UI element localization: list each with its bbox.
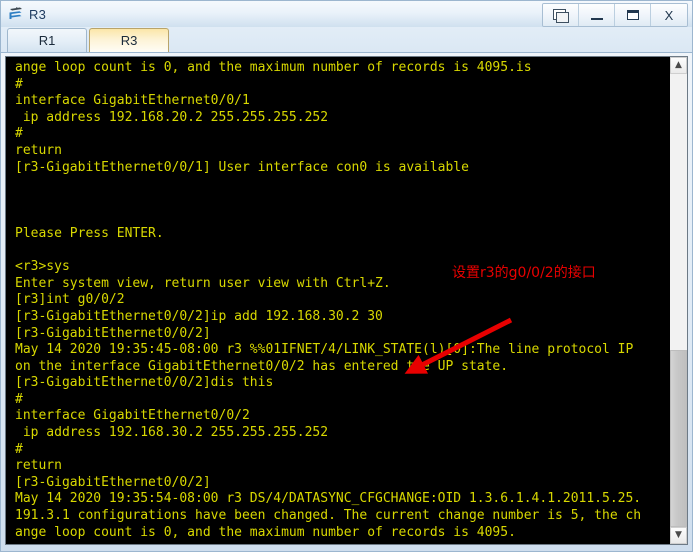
terminal-line: on the interface GigabitEthernet0/0/2 ha… xyxy=(15,358,509,374)
terminal-line: interface GigabitEthernet0/0/1 xyxy=(15,93,250,109)
terminal-line: [r3-GigabitEthernet0/0/2] xyxy=(15,474,211,490)
terminal-line: <r3>sys xyxy=(15,259,70,275)
scrollbar-thumb[interactable] xyxy=(670,350,687,527)
cascade-windows-icon xyxy=(553,8,569,23)
terminal-line: # xyxy=(15,76,23,92)
terminal-line: return xyxy=(15,458,62,474)
terminal-line: ange loop count is 0, and the maximum nu… xyxy=(15,60,532,75)
scrollbar-track[interactable] xyxy=(670,74,687,527)
title-bar: R3 X xyxy=(1,1,692,27)
router-device-icon xyxy=(7,5,25,23)
terminal-line: ip address 192.168.20.2 255.255.255.252 xyxy=(15,109,329,125)
window-title: R3 xyxy=(29,6,47,22)
terminal-line: Enter system view, return user view with… xyxy=(15,275,391,291)
terminal-window: R3 X R1 R3 ange loop count is 0, and the… xyxy=(0,0,693,552)
tab-r3-label: R3 xyxy=(120,33,138,48)
close-button[interactable]: X xyxy=(651,4,687,26)
terminal-line: 191.3.1 configurations have been changed… xyxy=(15,508,642,524)
maximize-icon xyxy=(626,10,639,20)
terminal-line: [r3-GigabitEthernet0/0/2]ip add 192.168.… xyxy=(15,308,383,324)
chevron-up-icon: ▲ xyxy=(675,60,682,70)
terminal-line: # xyxy=(15,391,23,407)
terminal-line: [r3-GigabitEthernet0/0/1] User interface… xyxy=(15,159,469,175)
restore-cascade-button[interactable] xyxy=(543,4,579,26)
terminal-line: [r3-GigabitEthernet0/0/2] xyxy=(15,325,211,341)
tab-strip: R1 R3 xyxy=(1,27,692,53)
terminal-line: # xyxy=(15,441,23,457)
terminal-frame: ange loop count is 0, and the maximum nu… xyxy=(5,56,688,545)
tab-r1-label: R1 xyxy=(38,33,56,48)
terminal-line: # xyxy=(15,126,23,142)
terminal-line: ip address 192.168.30.2 255.255.255.252 xyxy=(15,425,329,441)
scroll-down-button[interactable]: ▼ xyxy=(670,527,687,544)
vertical-scrollbar[interactable]: ▲ ▼ xyxy=(669,57,687,544)
minimize-button[interactable] xyxy=(579,4,615,26)
window-controls: X xyxy=(542,3,688,27)
chevron-down-icon: ▼ xyxy=(675,530,682,540)
terminal-line: return xyxy=(15,142,62,158)
terminal-line: Please Press ENTER. xyxy=(15,225,164,241)
terminal-line: ange loop count is 0, and the maximum nu… xyxy=(15,524,516,540)
maximize-button[interactable] xyxy=(615,4,651,26)
terminal-line: [r3-GigabitEthernet0/0/2]dis this xyxy=(15,375,274,391)
tab-r3[interactable]: R3 xyxy=(89,28,169,52)
scroll-up-button[interactable]: ▲ xyxy=(670,57,687,74)
terminal-output[interactable]: ange loop count is 0, and the maximum nu… xyxy=(6,57,669,544)
terminal-line: May 14 2020 19:35:54-08:00 r3 DS/4/DATAS… xyxy=(15,491,642,507)
tab-r1[interactable]: R1 xyxy=(7,28,87,52)
terminal-line: interface GigabitEthernet0/0/2 xyxy=(15,408,250,424)
close-icon: X xyxy=(664,7,674,23)
terminal-line: May 14 2020 19:35:45-08:00 r3 %%01IFNET/… xyxy=(15,342,634,358)
terminal-line: [r3]int g0/0/2 xyxy=(15,292,125,308)
minimize-icon xyxy=(590,17,603,20)
